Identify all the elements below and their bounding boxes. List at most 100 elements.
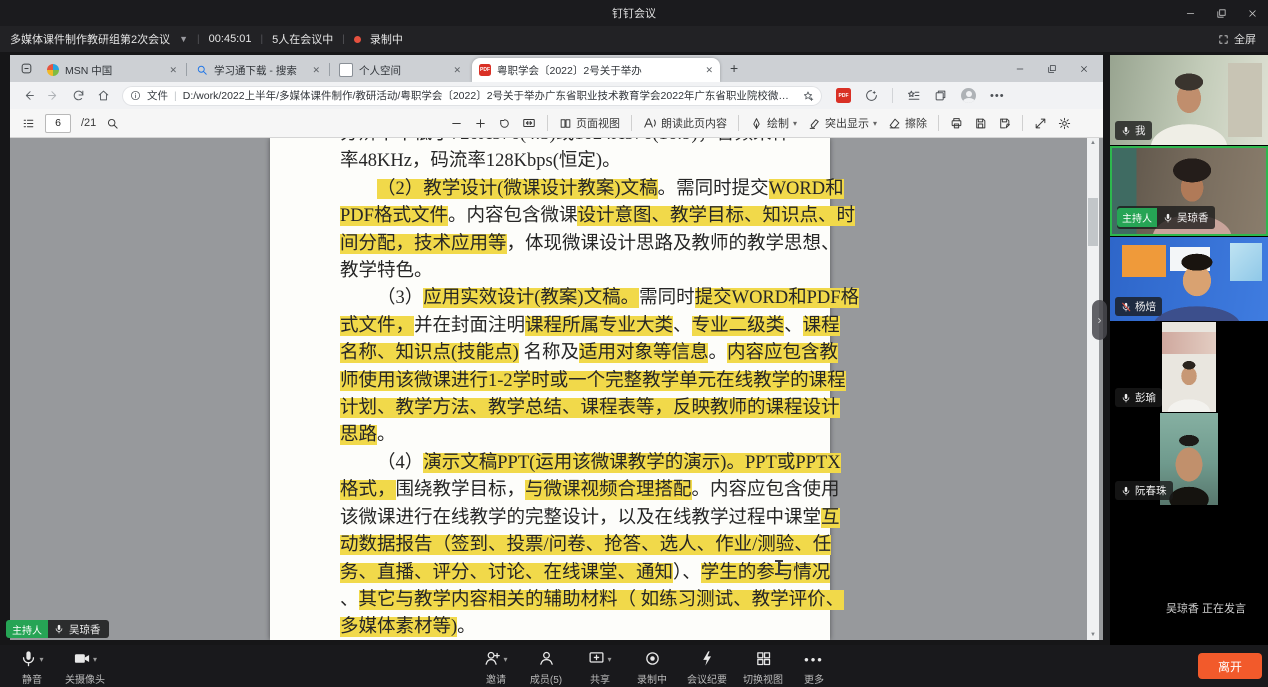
url-field[interactable]: 文件 | D:/work/2022上半年/多媒体课件制作/教研活动/粤职学会〔2… bbox=[122, 85, 822, 106]
tab-actions-icon[interactable] bbox=[20, 62, 33, 75]
recording-label: 录制中 bbox=[637, 675, 667, 686]
forward-icon[interactable] bbox=[47, 89, 60, 102]
close-tab-icon[interactable]: ✕ bbox=[169, 65, 177, 76]
zoom-out-icon[interactable] bbox=[450, 117, 463, 130]
mute-options-caret-icon[interactable]: ▾ bbox=[39, 655, 43, 664]
invite-button[interactable]: ▾ 邀请 bbox=[470, 650, 522, 686]
document-text-segment: 需同时 bbox=[639, 288, 695, 309]
browser-minimize-icon[interactable] bbox=[1015, 64, 1025, 74]
share-caret-icon[interactable]: ▾ bbox=[607, 655, 611, 664]
tab-personal-space[interactable]: 个人空间 ✕ bbox=[332, 58, 468, 82]
home-icon[interactable] bbox=[97, 89, 110, 102]
host-badge: 主持人 bbox=[6, 620, 48, 638]
browser-restore-icon[interactable] bbox=[1047, 64, 1057, 74]
browser-essentials-icon[interactable] bbox=[865, 89, 878, 102]
divider: | bbox=[174, 89, 177, 102]
thumbnails-panel-icon[interactable] bbox=[22, 117, 35, 130]
highlighted-text: PDF格式文件 bbox=[340, 206, 448, 227]
participant-video-me[interactable]: 我 bbox=[1110, 55, 1268, 145]
document-line: 间分配，技术应用等，体现微课设计思路及教师的教学思想、 bbox=[340, 231, 840, 258]
highlight-label: 突出显示 bbox=[824, 118, 869, 130]
favorites-bar-icon[interactable] bbox=[907, 89, 920, 102]
fullscreen-button[interactable]: 全屏 bbox=[1218, 31, 1256, 47]
collections-icon[interactable] bbox=[934, 89, 947, 102]
save-as-icon[interactable] bbox=[998, 117, 1011, 130]
more-label: 更多 bbox=[804, 675, 824, 686]
highlighted-text: 与微课视频合理搭配 bbox=[525, 480, 692, 501]
app-title: 钉钉会议 bbox=[612, 8, 656, 20]
adobe-pdf-extension-icon[interactable]: PDF bbox=[836, 88, 851, 103]
back-icon[interactable] bbox=[22, 89, 35, 102]
fullscreen-icon bbox=[1218, 34, 1229, 45]
highlighted-text: 课程 bbox=[802, 315, 840, 336]
profile-avatar-icon[interactable] bbox=[961, 88, 976, 103]
pdf-scrollbar[interactable]: ▲ ▼ bbox=[1087, 138, 1099, 640]
participant-video-host[interactable]: 主持人 吴琼香 bbox=[1110, 146, 1268, 236]
camera-off-button[interactable]: ▾ 关摄像头 bbox=[56, 650, 114, 686]
file-info-icon[interactable] bbox=[130, 90, 141, 101]
page-view-button[interactable]: 页面视图 bbox=[559, 115, 620, 131]
participant-video[interactable]: 阮春珠 bbox=[1110, 413, 1268, 505]
page-total: /21 bbox=[81, 117, 97, 129]
invite-caret-icon[interactable]: ▾ bbox=[503, 655, 507, 664]
page-number-input[interactable]: 6 bbox=[45, 113, 71, 133]
document-line: （2）教学设计(微课设计教案)文稿。需同时提交WORD和 bbox=[340, 176, 844, 203]
participant-label: 杨焙 bbox=[1115, 297, 1162, 316]
more-button[interactable]: ••• 更多 bbox=[792, 650, 836, 687]
close-tab-icon[interactable]: ✕ bbox=[705, 65, 713, 76]
tab-search[interactable]: 学习通下载 - 搜索 ✕ bbox=[189, 58, 327, 82]
pdf-settings-gear-icon[interactable] bbox=[1058, 117, 1071, 130]
switch-view-button[interactable]: 切换视图 bbox=[734, 650, 792, 686]
mute-button[interactable]: ▾ 静音 bbox=[6, 650, 58, 686]
participant-video[interactable]: 彭瑜 bbox=[1110, 322, 1268, 412]
scroll-down-icon[interactable]: ▼ bbox=[1087, 632, 1099, 638]
close-icon[interactable] bbox=[1247, 8, 1258, 19]
camera-options-caret-icon[interactable]: ▾ bbox=[93, 655, 97, 664]
save-icon[interactable] bbox=[974, 117, 987, 130]
erase-button[interactable]: 擦除 bbox=[888, 115, 927, 131]
divider bbox=[938, 115, 939, 131]
new-tab-icon[interactable]: + bbox=[730, 60, 738, 76]
close-tab-icon[interactable]: ✕ bbox=[312, 65, 320, 76]
sidebar-collapse-handle[interactable]: › bbox=[1092, 300, 1107, 340]
favorite-star-icon[interactable] bbox=[802, 90, 814, 102]
chevron-down-icon[interactable]: ▼ bbox=[179, 34, 188, 44]
participant-video[interactable]: 杨焙 bbox=[1110, 237, 1268, 321]
leave-meeting-button[interactable]: 离开 bbox=[1198, 653, 1262, 679]
zoom-in-icon[interactable] bbox=[474, 117, 487, 130]
print-icon[interactable] bbox=[950, 117, 963, 130]
invite-label: 邀请 bbox=[486, 675, 506, 686]
browser-menu-icon[interactable]: ••• bbox=[990, 90, 1005, 102]
highlight-button[interactable]: 突出显示 ▾ bbox=[808, 115, 877, 131]
host-badge: 主持人 bbox=[1117, 208, 1157, 227]
recording-status: 录制中 bbox=[369, 34, 403, 46]
minimize-icon[interactable] bbox=[1185, 8, 1196, 19]
scrollbar-thumb[interactable] bbox=[1088, 198, 1098, 246]
draw-caret-icon[interactable]: ▾ bbox=[793, 119, 797, 128]
participant-label: 阮春珠 bbox=[1115, 481, 1173, 500]
restore-icon[interactable] bbox=[1216, 8, 1227, 19]
highlight-caret-icon[interactable]: ▾ bbox=[873, 119, 877, 128]
close-tab-icon[interactable]: ✕ bbox=[453, 65, 461, 76]
participant-label: 我 bbox=[1115, 121, 1152, 140]
read-aloud-button[interactable]: 朗读此页内容 bbox=[643, 115, 727, 131]
pdf-search-icon[interactable] bbox=[106, 117, 119, 130]
tab-msn[interactable]: MSN 中国 ✕ bbox=[40, 58, 184, 82]
msn-favicon bbox=[47, 64, 59, 76]
pdf-toolbar: 6 /21 页面视图 朗读此页内容 绘制 ▾ 突出显示 ▾ 擦除 bbox=[10, 109, 1103, 138]
draw-button[interactable]: 绘制 ▾ bbox=[750, 115, 797, 131]
document-line: （3）应用实效设计(教案)文稿。需同时提交WORD和PDF格 bbox=[340, 285, 860, 312]
refresh-icon[interactable] bbox=[72, 89, 85, 102]
tab-pdf-active[interactable]: PDF 粤职学会〔2022〕2号关于举办 ✕ bbox=[472, 58, 720, 82]
fit-width-icon[interactable] bbox=[522, 116, 536, 130]
highlighted-text: 间分配，技术应用等 bbox=[340, 233, 507, 254]
meeting-minutes-button[interactable]: 会议纪要 bbox=[678, 650, 736, 686]
scroll-up-icon[interactable]: ▲ bbox=[1087, 140, 1099, 146]
share-screen-button[interactable]: ▾ 共享 bbox=[574, 650, 626, 686]
meeting-control-bar: ▾ 静音 ▾ 关摄像头 ▾ 邀请 成员(5) ▾ 共享 录制中 会议纪要 切换视… bbox=[0, 645, 1268, 687]
recording-button[interactable]: 录制中 bbox=[626, 650, 678, 686]
browser-close-icon[interactable] bbox=[1079, 64, 1089, 74]
expand-icon[interactable] bbox=[1034, 117, 1047, 130]
rotate-icon[interactable] bbox=[498, 117, 511, 130]
members-button[interactable]: 成员(5) bbox=[520, 650, 572, 686]
